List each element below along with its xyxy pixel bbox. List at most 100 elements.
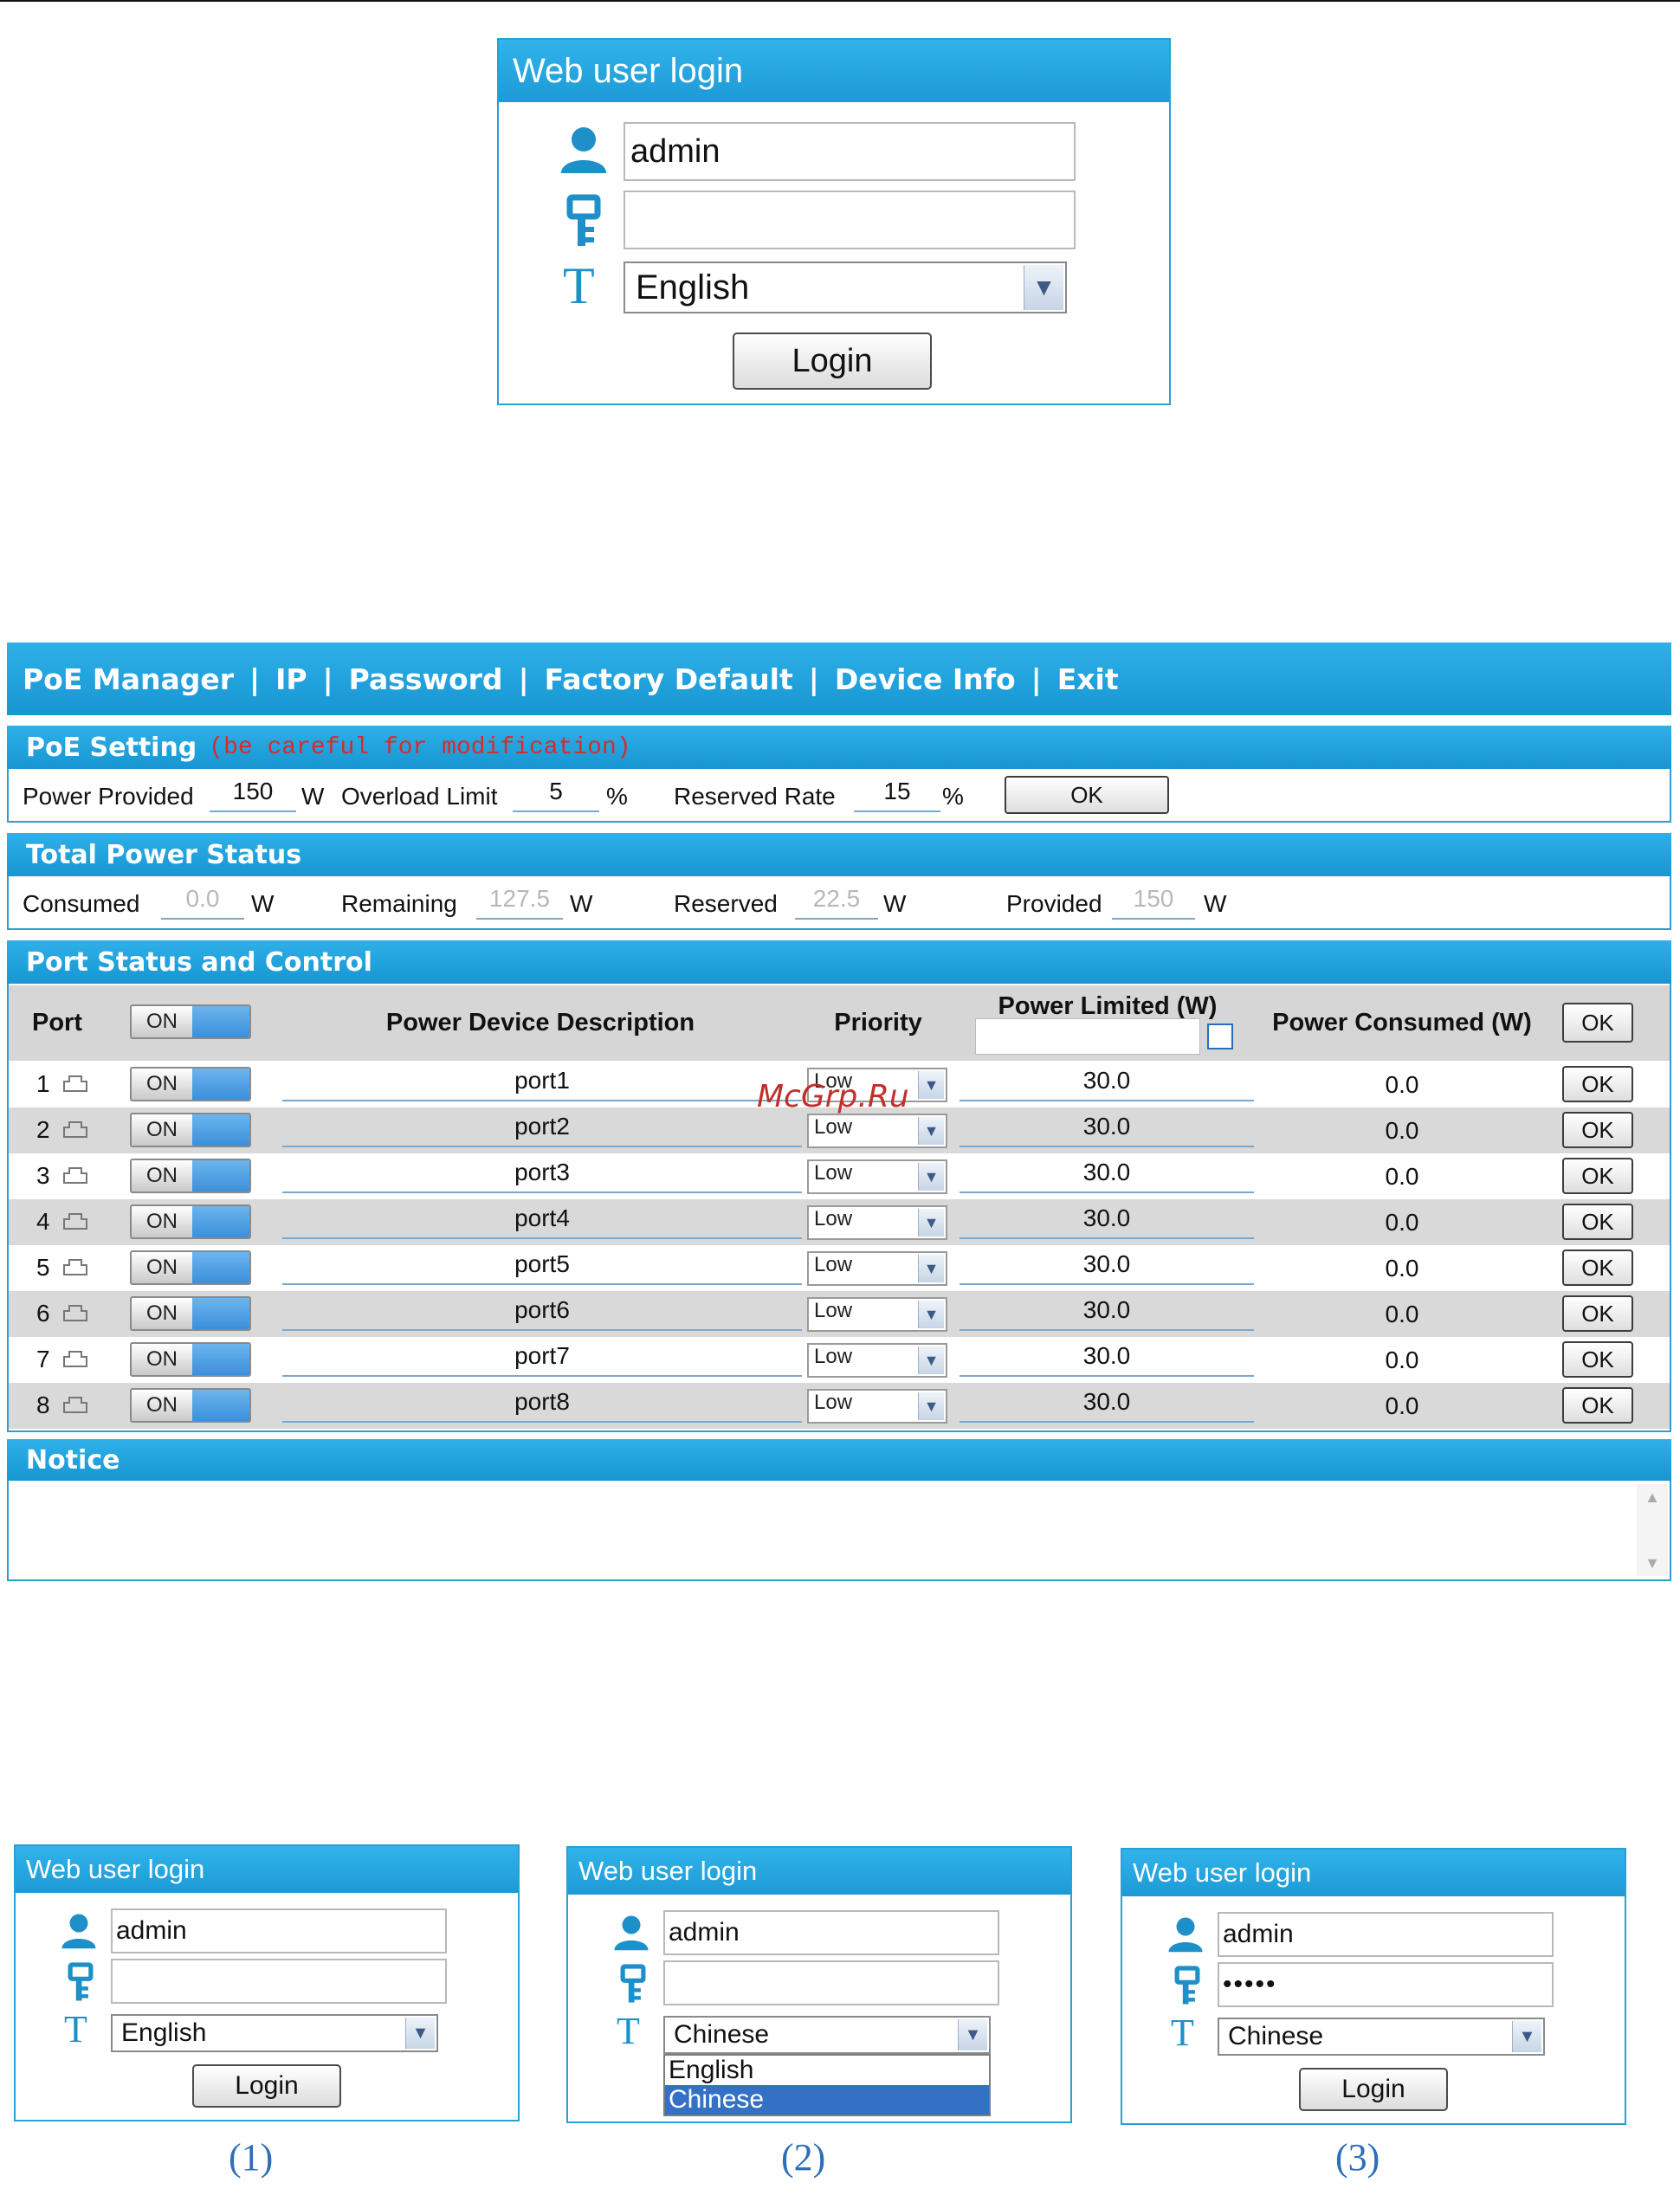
login-button[interactable]: Login <box>192 2064 341 2108</box>
row-ok-button[interactable]: OK <box>1562 1250 1633 1286</box>
chevron-down-icon[interactable]: ▼ <box>918 1255 944 1282</box>
poe-setting-header: PoE Setting (be careful for modification… <box>7 726 1671 769</box>
password-input[interactable]: ••••• <box>1218 1962 1554 2007</box>
port-power-toggle[interactable]: ON <box>130 1250 251 1285</box>
nav-exit[interactable]: Exit <box>1057 662 1119 696</box>
toggle-all-switch[interactable]: ON <box>130 1004 251 1039</box>
power-limit-input[interactable]: 30.0 <box>960 1337 1254 1377</box>
port-power-toggle[interactable]: ON <box>130 1388 251 1423</box>
username-input[interactable]: admin <box>663 1910 999 1955</box>
password-input[interactable] <box>663 1960 999 2005</box>
priority-select[interactable]: Low ▼ <box>807 1389 947 1424</box>
chevron-down-icon[interactable]: ▼ <box>1512 2021 1541 2052</box>
description-input[interactable]: port2 <box>282 1107 802 1147</box>
table-row: 7 ON port7 Low ▼ 30.0 0.0 OK <box>9 1337 1670 1383</box>
power-limited-all-checkbox[interactable] <box>1207 1024 1233 1049</box>
priority-select[interactable]: Low ▼ <box>807 1343 947 1378</box>
password-input[interactable] <box>624 190 1076 249</box>
language-select[interactable]: English ▼ <box>111 2014 438 2052</box>
step-caption: (2) <box>781 2136 826 2179</box>
poe-setting-ok-button[interactable]: OK <box>1005 776 1169 814</box>
chevron-down-icon[interactable]: ▼ <box>918 1392 944 1420</box>
priority-select[interactable]: Low ▼ <box>807 1297 947 1332</box>
chevron-down-icon[interactable]: ▼ <box>918 1346 944 1374</box>
toggle-knob <box>192 1114 249 1146</box>
description-input[interactable]: port7 <box>282 1337 802 1377</box>
chevron-down-icon[interactable]: ▼ <box>918 1071 944 1099</box>
language-select[interactable]: Chinese ▼ <box>1218 2018 1545 2056</box>
toggle-on-label: ON <box>132 1160 192 1191</box>
description-input[interactable]: port1 <box>282 1062 802 1101</box>
username-input[interactable]: admin <box>111 1908 447 1953</box>
power-limit-input[interactable]: 30.0 <box>960 1199 1254 1239</box>
port-power-toggle[interactable]: ON <box>130 1067 251 1101</box>
chevron-down-icon[interactable]: ▼ <box>918 1117 944 1145</box>
row-ok-button[interactable]: OK <box>1562 1204 1633 1240</box>
description-input[interactable]: port8 <box>282 1383 802 1423</box>
scroll-down-icon[interactable]: ▼ <box>1637 1550 1668 1576</box>
reserved-rate-input[interactable]: 15 <box>854 778 940 812</box>
apply-all-ok-button[interactable]: OK <box>1562 1003 1633 1043</box>
chevron-down-icon[interactable]: ▼ <box>918 1209 944 1237</box>
chevron-down-icon[interactable]: ▼ <box>918 1301 944 1328</box>
table-row: 3 ON port3 Low ▼ 30.0 0.0 OK <box>9 1153 1670 1199</box>
login-button[interactable]: Login <box>1299 2068 1448 2111</box>
power-limited-all-input[interactable] <box>975 1018 1200 1055</box>
language-option[interactable]: Chinese <box>665 2085 989 2115</box>
chevron-down-icon[interactable]: ▼ <box>958 2019 987 2050</box>
password-input[interactable] <box>111 1959 447 2004</box>
language-select[interactable]: English ▼ <box>624 262 1067 313</box>
power-limit-input[interactable]: 30.0 <box>960 1153 1254 1193</box>
nav-device-info[interactable]: Device Info <box>835 662 1016 696</box>
port-power-toggle[interactable]: ON <box>130 1342 251 1377</box>
username-input[interactable]: admin <box>1218 1912 1554 1957</box>
port-control-title: Port Status and Control <box>26 946 372 978</box>
power-limit-input[interactable]: 30.0 <box>960 1383 1254 1423</box>
nav-ip[interactable]: IP <box>275 662 307 696</box>
priority-select[interactable]: Low ▼ <box>807 1159 947 1194</box>
row-ok-button[interactable]: OK <box>1562 1066 1633 1102</box>
row-ok-button[interactable]: OK <box>1562 1387 1633 1424</box>
power-limit-input[interactable]: 30.0 <box>960 1245 1254 1285</box>
port-power-toggle[interactable]: ON <box>130 1159 251 1193</box>
scroll-up-icon[interactable]: ▲ <box>1637 1484 1668 1510</box>
port-power-toggle[interactable]: ON <box>130 1296 251 1331</box>
overload-limit-input[interactable]: 5 <box>513 778 599 812</box>
chevron-down-icon[interactable]: ▼ <box>918 1163 944 1191</box>
row-ok-button[interactable]: OK <box>1562 1295 1633 1332</box>
nav-password[interactable]: Password <box>349 662 503 696</box>
priority-select[interactable]: Low ▼ <box>807 1251 947 1286</box>
row-ok-button[interactable]: OK <box>1562 1158 1633 1194</box>
port-power-toggle[interactable]: ON <box>130 1204 251 1239</box>
row-ok-button[interactable]: OK <box>1562 1341 1633 1378</box>
port-power-toggle[interactable]: ON <box>130 1113 251 1147</box>
priority-value: Low <box>814 1345 853 1368</box>
nav-factory-default[interactable]: Factory Default <box>545 662 793 696</box>
chevron-down-icon[interactable]: ▼ <box>1024 265 1063 310</box>
language-option[interactable]: English <box>665 2056 989 2085</box>
power-limit-input[interactable]: 30.0 <box>960 1062 1254 1101</box>
reserved-unit: W <box>883 890 907 917</box>
language-t-icon: T <box>617 2010 640 2052</box>
row-ok-button[interactable]: OK <box>1562 1112 1633 1148</box>
power-limit-input[interactable]: 30.0 <box>960 1291 1254 1331</box>
description-input[interactable]: port6 <box>282 1291 802 1331</box>
login-button[interactable]: Login <box>733 333 932 390</box>
username-input[interactable]: admin <box>624 122 1076 181</box>
user-icon <box>614 1915 649 1951</box>
port-plug-icon <box>63 1121 87 1138</box>
priority-select[interactable]: Low ▼ <box>807 1205 947 1240</box>
power-limit-input[interactable]: 30.0 <box>960 1107 1254 1147</box>
chevron-down-icon[interactable]: ▼ <box>405 2018 435 2049</box>
toggle-on-label: ON <box>132 1390 192 1421</box>
description-input[interactable]: port3 <box>282 1153 802 1193</box>
remaining-value: 127.5 <box>476 885 563 920</box>
priority-select[interactable]: Low ▼ <box>807 1114 947 1148</box>
language-select[interactable]: Chinese ▼ <box>663 2016 991 2054</box>
description-input[interactable]: port5 <box>282 1245 802 1285</box>
description-input[interactable]: port4 <box>282 1199 802 1239</box>
notice-scrollbar[interactable]: ▲ ▼ <box>1637 1484 1668 1576</box>
nav-poe-manager[interactable]: PoE Manager <box>23 662 234 696</box>
power-provided-input[interactable]: 150 <box>210 778 296 812</box>
login-panel-step: Web user login admin ••••• T Chinese ▼ Login <box>1121 1848 1626 2125</box>
